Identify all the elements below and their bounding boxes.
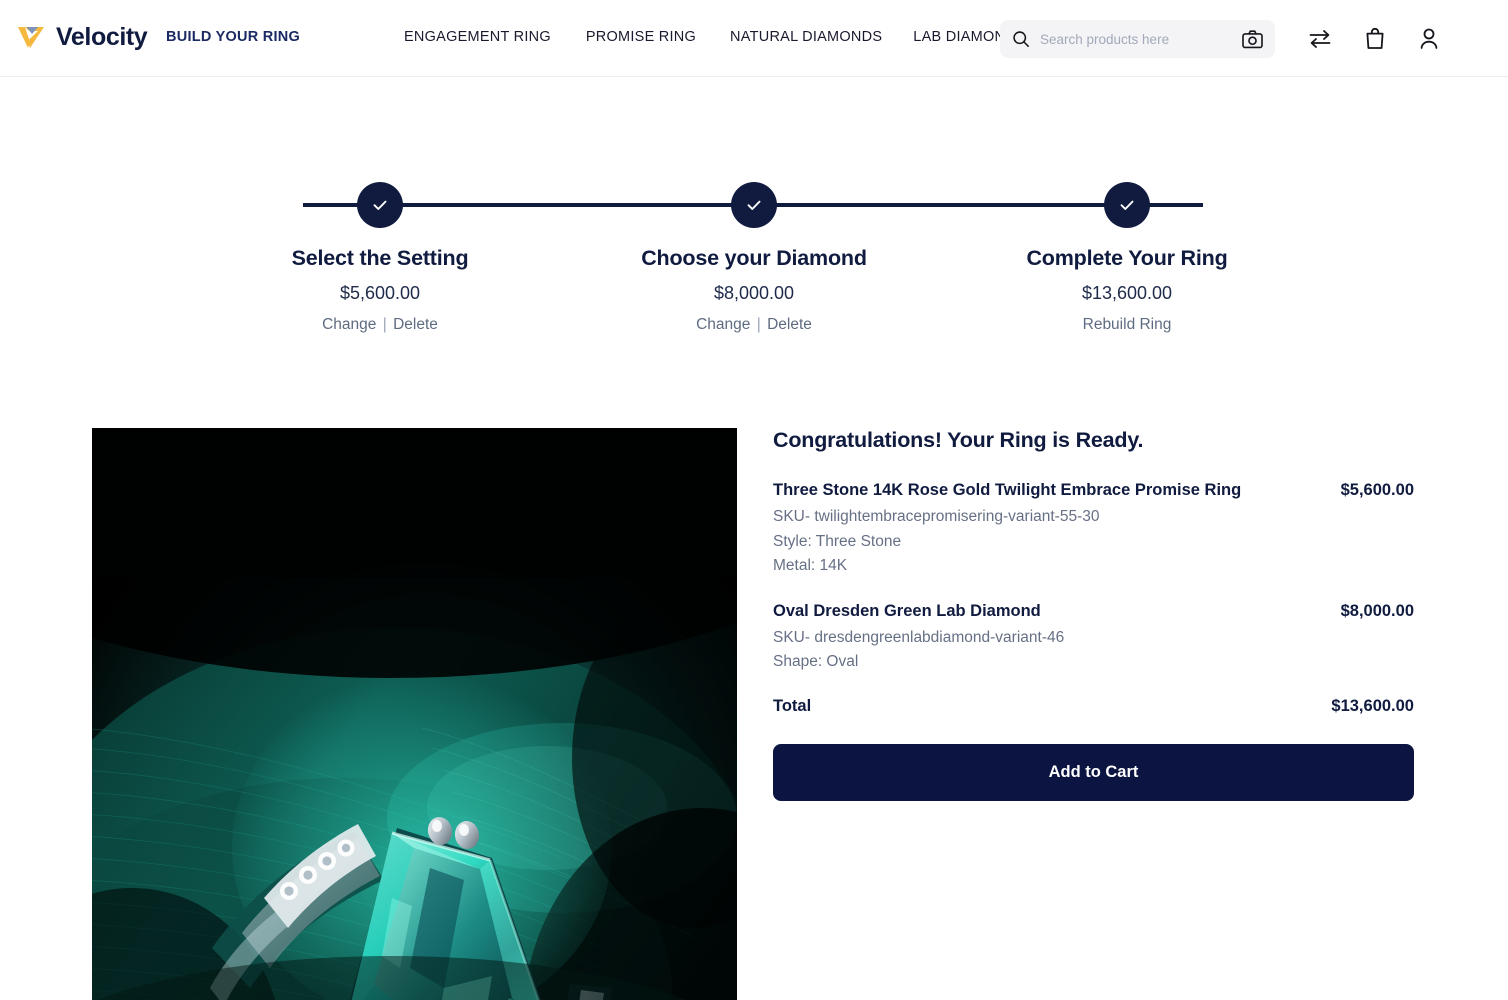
ring-details-panel: Congratulations! Your Ring is Ready. Thr… (773, 428, 1414, 801)
header-actions (1308, 27, 1440, 50)
check-icon (1120, 200, 1134, 210)
total-row: Total $13,600.00 (773, 697, 1414, 716)
total-label: Total (773, 696, 812, 715)
step-1-title: Select the Setting (291, 246, 469, 270)
nav-item-engagement-ring[interactable]: ENGAGEMENT RING (404, 29, 551, 45)
total-value: $13,600.00 (1331, 696, 1414, 715)
compare-icon[interactable] (1308, 28, 1332, 50)
stepper-step-select-the-setting: Select the Setting $5,600.00 Change | De… (230, 182, 530, 334)
nav-item-build-your-ring[interactable]: BUILD YOUR RING (166, 29, 300, 45)
step-3-complete-circle[interactable] (1104, 182, 1150, 228)
line-item-diamond-shape: Shape: Oval (773, 653, 859, 670)
line-item-setting: Three Stone 14K Rose Gold Twilight Embra… (773, 481, 1414, 574)
step-1-links: Change | Delete (230, 316, 530, 334)
site-header: Velocity BUILD YOUR RING ENGAGEMENT RING… (0, 0, 1508, 77)
step-3-links: Rebuild Ring (977, 316, 1277, 334)
step-2-delete-link[interactable]: Delete (767, 316, 812, 333)
step-1-price: $5,600.00 (339, 283, 421, 303)
search-icon (1013, 31, 1029, 47)
ring-photograph (92, 428, 737, 1000)
step-2-price: $8,000.00 (713, 283, 795, 303)
camera-icon[interactable] (1242, 29, 1263, 49)
step-2-separator: | (756, 316, 761, 333)
line-item-setting-price: $5,600.00 (1340, 481, 1414, 499)
line-item-setting-sku: SKU- twilightembracepromisering-variant-… (773, 508, 1100, 525)
line-item-setting-name: Three Stone 14K Rose Gold Twilight Embra… (773, 481, 1242, 499)
search-bar[interactable] (1000, 20, 1275, 58)
line-item-diamond-header: Oval Dresden Green Lab Diamond $8,000.00 (773, 602, 1414, 621)
step-3-title: Complete Your Ring (1026, 246, 1228, 270)
step-2-title: Choose your Diamond (641, 246, 867, 270)
step-2-complete-circle[interactable] (731, 182, 777, 228)
nav-item-natural-diamonds[interactable]: NATURAL DIAMONDS (730, 29, 882, 45)
line-item-diamond-name: Oval Dresden Green Lab Diamond (773, 601, 1041, 620)
line-item-setting-style: Style: Three Stone (773, 532, 902, 550)
step-1-complete-circle[interactable] (357, 182, 403, 228)
line-item-diamond-sku: SKU- dresdengreenlabdiamond-variant-46 (773, 628, 1065, 646)
check-icon (373, 200, 387, 210)
step-1-change-link[interactable]: Change (322, 316, 376, 333)
ring-builder-stepper: Select the Setting $5,600.00 Change | De… (0, 77, 1508, 333)
line-item-diamond: Oval Dresden Green Lab Diamond $8,000.00… (773, 602, 1414, 670)
nav-item-promise-ring[interactable]: PROMISE RING (586, 29, 696, 45)
congratulations-heading: Congratulations! Your Ring is Ready. (773, 428, 1144, 452)
velocity-logo-icon (18, 27, 44, 48)
step-2-links: Change | Delete (604, 316, 904, 334)
step-3-rebuild-ring-link[interactable]: Rebuild Ring (1083, 316, 1172, 333)
step-1-separator: | (382, 316, 387, 333)
brand-name: Velocity (56, 22, 148, 51)
check-icon (747, 200, 761, 210)
step-1-delete-link[interactable]: Delete (393, 316, 438, 333)
search-input[interactable] (1040, 31, 1242, 47)
shopping-bag-icon[interactable] (1364, 27, 1386, 50)
account-icon[interactable] (1418, 27, 1440, 50)
stepper-step-complete-your-ring: Complete Your Ring $13,600.00 Rebuild Ri… (977, 182, 1277, 334)
stepper-step-choose-your-diamond: Choose your Diamond $8,000.00 Change | D… (604, 182, 904, 334)
line-item-setting-header: Three Stone 14K Rose Gold Twilight Embra… (773, 481, 1414, 500)
main-nav: BUILD YOUR RING ENGAGEMENT RING PROMISE … (166, 29, 1026, 45)
product-image (92, 428, 737, 1000)
brand-logo[interactable]: Velocity (16, 20, 148, 54)
line-item-diamond-price: $8,000.00 (1340, 601, 1414, 620)
line-item-setting-metal: Metal: 14K (773, 557, 848, 574)
step-3-price: $13,600.00 (1081, 283, 1173, 303)
step-2-change-link[interactable]: Change (696, 316, 750, 333)
add-to-cart-button[interactable]: Add to Cart (773, 743, 1414, 801)
